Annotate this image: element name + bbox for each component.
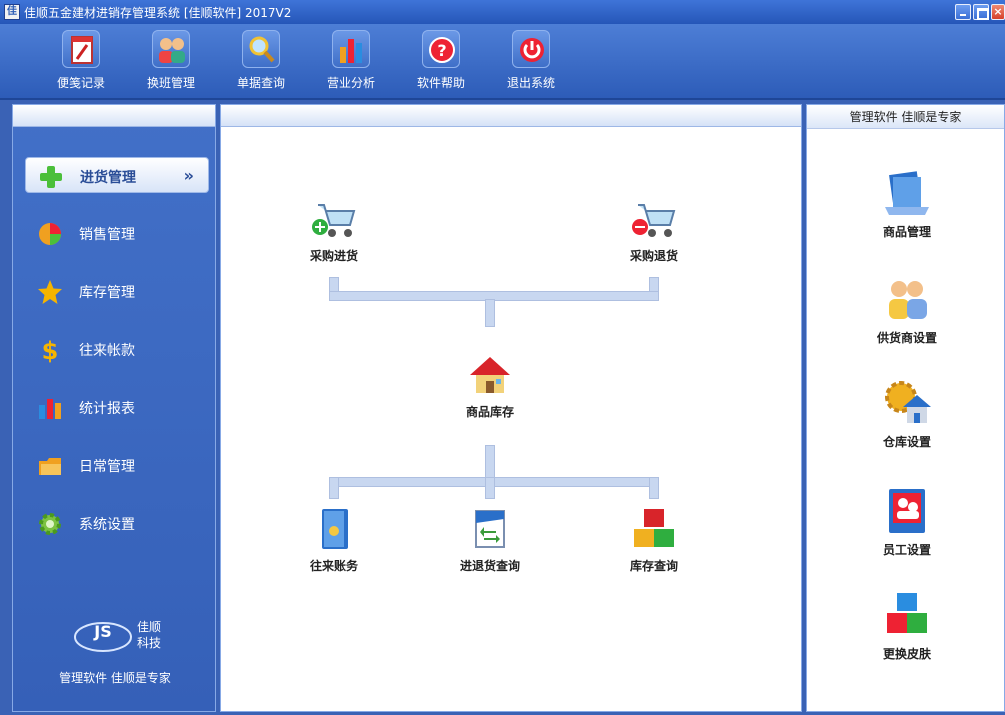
toolbar-label: 换班管理 <box>146 76 195 90</box>
plus-icon <box>38 164 64 190</box>
flow-label: 往来账务 <box>309 559 358 573</box>
quick-settings-label: 供货商设置 <box>876 331 937 345</box>
toolbar: 便笺记录 换班管理 单据查询 营业分析 ? 软件帮助 退出系统 <box>0 24 1005 100</box>
dollar-icon: $ <box>37 337 63 365</box>
sidebar-item-accounts[interactable]: $ 往来帐款 <box>25 331 209 367</box>
magnifier-icon <box>242 30 280 68</box>
quick-settings-header: 管理软件 佳顺是专家 <box>807 105 1004 129</box>
inventory-button[interactable]: 商品库存 <box>445 351 535 420</box>
accounts-button[interactable]: 往来账务 <box>289 505 379 574</box>
logo-name-line1: 佳顺 <box>137 620 161 634</box>
sidebar-item-sales[interactable]: 销售管理 <box>25 215 209 251</box>
notepad-button[interactable]: 便笺记录 <box>46 30 116 96</box>
sidebar-item-purchase[interactable]: 进货管理 » <box>25 157 209 193</box>
chevron-right-icon: » <box>183 166 194 185</box>
quick-settings-label: 仓库设置 <box>882 435 931 449</box>
flow-connector <box>485 299 495 327</box>
warehouse-gear-icon <box>881 377 933 429</box>
sidebar-header <box>13 105 215 127</box>
document-arrows-icon <box>466 505 514 553</box>
warehouse-settings-button[interactable]: 仓库设置 <box>847 377 967 450</box>
product-management-button[interactable]: 商品管理 <box>847 167 967 240</box>
sidebar-item-label: 进货管理 <box>80 170 136 186</box>
shift-management-button[interactable]: 换班管理 <box>136 30 206 96</box>
employee-settings-button[interactable]: 员工设置 <box>847 485 967 558</box>
quick-settings-label: 商品管理 <box>882 225 931 239</box>
window-title: 佳顺五金建材进销存管理系统 [佳顺软件] 2017V2 <box>24 6 292 20</box>
cart-remove-icon <box>630 195 678 243</box>
bar-chart-icon <box>332 30 370 68</box>
sidebar-item-label: 往来帐款 <box>79 343 135 359</box>
sidebar-item-inventory[interactable]: 库存管理 <box>25 273 209 309</box>
svg-text:?: ? <box>437 41 446 60</box>
ledger-book-icon <box>310 505 358 553</box>
toolbar-label: 退出系统 <box>506 76 555 90</box>
minimize-button[interactable] <box>955 4 971 20</box>
workflow-header <box>221 105 801 127</box>
folder-icon <box>37 453 63 479</box>
pie-icon <box>37 221 63 247</box>
app-icon: 佳 <box>4 4 20 20</box>
flow-label: 商品库存 <box>465 405 514 419</box>
stock-query-button[interactable]: 库存查询 <box>609 505 699 574</box>
purchase-in-button[interactable]: 采购进货 <box>289 195 379 264</box>
sidebar-tagline: 管理软件 佳顺是专家 <box>59 671 171 685</box>
employee-icon <box>881 485 933 537</box>
bar-chart-icon <box>37 395 63 421</box>
help-icon: ? <box>422 30 460 68</box>
cart-add-icon <box>310 195 358 243</box>
flow-connector <box>649 477 659 499</box>
help-button[interactable]: ? 软件帮助 <box>406 30 476 96</box>
sidebar-item-daily[interactable]: 日常管理 <box>25 447 209 483</box>
house-icon <box>466 351 514 399</box>
boxes-icon <box>630 505 678 553</box>
flow-connector <box>485 477 495 499</box>
quick-settings-label: 更换皮肤 <box>882 647 931 661</box>
close-button[interactable]: × <box>991 4 1005 20</box>
title-bar: 佳 佳顺五金建材进销存管理系统 [佳顺软件] 2017V2 × <box>0 0 1005 24</box>
sidebar-item-label: 库存管理 <box>79 285 135 301</box>
gear-icon <box>37 511 63 537</box>
flow-label: 采购退货 <box>629 249 678 263</box>
logo-mark: JS <box>93 622 111 641</box>
sidebar: 进货管理 » 销售管理 库存管理 $ 往来帐款 统计报表 日常管理 系统设置 J… <box>12 104 216 712</box>
business-analysis-button[interactable]: 营业分析 <box>316 30 386 96</box>
sidebar-item-reports[interactable]: 统计报表 <box>25 389 209 425</box>
star-icon <box>37 279 63 305</box>
power-icon <box>512 30 550 68</box>
cubes-icon <box>881 589 933 641</box>
sidebar-item-label: 日常管理 <box>79 459 135 475</box>
toolbar-label: 软件帮助 <box>416 76 465 90</box>
sidebar-item-label: 系统设置 <box>79 517 135 533</box>
flow-label: 采购进货 <box>309 249 358 263</box>
svg-text:$: $ <box>42 337 59 363</box>
logo-name-line2: 科技 <box>137 636 161 650</box>
toolbar-label: 营业分析 <box>326 76 375 90</box>
flow-label: 进退货查询 <box>459 559 520 573</box>
suppliers-icon <box>881 273 933 325</box>
toolbar-label: 便笺记录 <box>56 76 105 90</box>
toolbar-label: 单据查询 <box>236 76 285 90</box>
purchase-return-button[interactable]: 采购退货 <box>609 195 699 264</box>
sidebar-item-settings[interactable]: 系统设置 <box>25 505 209 541</box>
quick-settings-label: 员工设置 <box>882 543 931 557</box>
product-stack-icon <box>881 167 933 219</box>
notepad-icon <box>62 30 100 68</box>
flow-connector <box>329 477 339 499</box>
company-logo: JS 佳顺 科技 <box>73 613 173 657</box>
change-skin-button[interactable]: 更换皮肤 <box>847 589 967 662</box>
returns-query-button[interactable]: 进退货查询 <box>445 505 535 574</box>
workflow-panel: 采购进货 采购退货 商品库存 往来账务 进退货查询 库存查询 <box>220 104 802 712</box>
flow-label: 库存查询 <box>629 559 678 573</box>
supplier-settings-button[interactable]: 供货商设置 <box>847 273 967 346</box>
maximize-button[interactable] <box>973 4 989 20</box>
exit-button[interactable]: 退出系统 <box>496 30 566 96</box>
document-query-button[interactable]: 单据查询 <box>226 30 296 96</box>
shift-people-icon <box>152 30 190 68</box>
sidebar-item-label: 统计报表 <box>79 401 135 417</box>
quick-settings-panel: 管理软件 佳顺是专家 商品管理 供货商设置 仓库设置 员工设置 更换皮肤 <box>806 104 1005 712</box>
sidebar-item-label: 销售管理 <box>79 227 135 243</box>
